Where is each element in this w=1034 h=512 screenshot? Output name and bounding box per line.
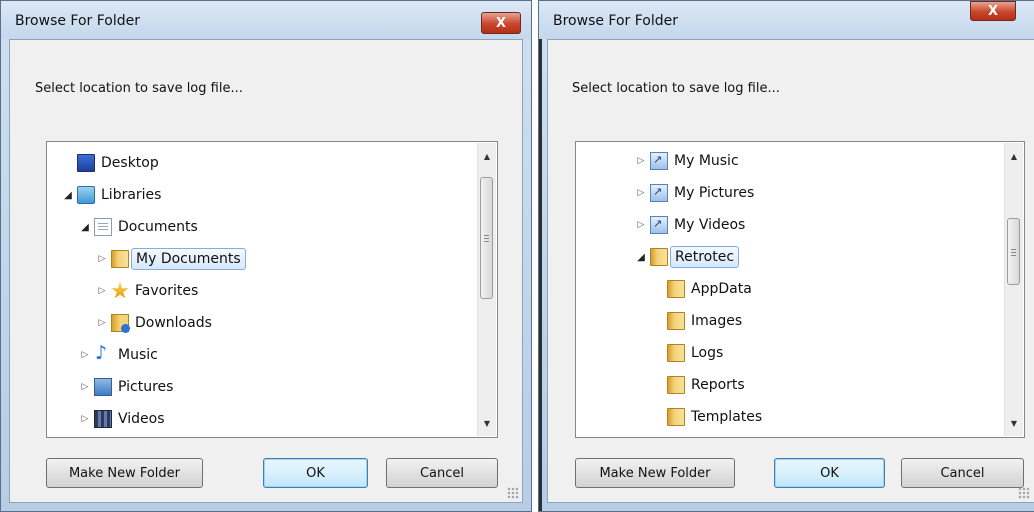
tree-item[interactable]: ▷Reports [651, 372, 749, 398]
tree-item[interactable]: ◢ Documents [78, 214, 202, 240]
close-button[interactable]: X [970, 1, 1016, 21]
tree-item-label: Music [118, 347, 158, 363]
collapsed-triangle-icon[interactable]: ▷ [78, 348, 92, 362]
shortcut-icon [650, 184, 668, 202]
shortcut-icon [650, 216, 668, 234]
videos-icon [94, 410, 112, 428]
folder-icon [667, 344, 685, 362]
window-title: Browse For Folder [15, 13, 141, 29]
close-icon: X [495, 15, 507, 31]
tree-item[interactable]: ▷Images [651, 308, 746, 334]
tree-item[interactable]: ▷AppData [651, 276, 756, 302]
tree-item-label: Favorites [135, 283, 199, 299]
library-icon [77, 186, 95, 204]
collapsed-triangle-icon[interactable]: ▷ [78, 380, 92, 394]
tree-item-label: Reports [691, 377, 745, 393]
folder-tree[interactable]: ▷Desktop◢Libraries◢Documents▷My Document… [46, 141, 498, 438]
tree-item-label: Videos [118, 411, 165, 427]
shortcut-icon [650, 152, 668, 170]
collapsed-triangle-icon[interactable]: ▷ [78, 412, 92, 426]
tree-item[interactable]: ▷ Pictures [78, 374, 177, 400]
browse-folder-dialog-2: Browse For Folder X Select location to s… [538, 0, 1034, 512]
collapsed-triangle-icon[interactable]: ▷ [95, 284, 109, 298]
tree-item[interactable]: ▷ Downloads [95, 310, 216, 336]
prompt-text: Select location to save log file... [572, 81, 780, 96]
window-title: Browse For Folder [553, 13, 679, 29]
star-folder-icon [111, 282, 129, 299]
collapsed-triangle-icon[interactable]: ▷ [95, 316, 109, 330]
browse-folder-dialog-1: Browse For Folder X Select location to s… [0, 0, 532, 512]
tree-item[interactable]: ▷ Favorites [95, 278, 202, 304]
tree-item-label: Downloads [135, 315, 212, 331]
ok-button[interactable]: OK [774, 458, 885, 488]
scroll-up-arrow-icon[interactable]: ▲ [478, 147, 496, 165]
resize-grip-icon[interactable] [507, 487, 519, 499]
tree-item[interactable]: ▷ My Videos [634, 212, 749, 238]
tree-item[interactable]: ▷Desktop [61, 150, 163, 176]
tree-item[interactable]: ◢ Libraries [61, 182, 165, 208]
scroll-down-arrow-icon[interactable]: ▼ [478, 414, 496, 432]
expanded-triangle-icon[interactable]: ◢ [634, 250, 648, 264]
tree-item-label: My Music [674, 153, 739, 169]
tree-item-label: Retrotec [670, 246, 740, 268]
collapsed-triangle-icon[interactable]: ▷ [634, 186, 648, 200]
prompt-text: Select location to save log file... [35, 81, 243, 96]
window-edge [539, 1, 542, 511]
tree-item-label: Documents [118, 219, 198, 235]
folder-icon [111, 250, 129, 268]
tree-item[interactable]: ▷ My Documents [95, 246, 246, 272]
vertical-scrollbar[interactable]: ▲ ▼ [477, 143, 496, 436]
folder-icon [667, 408, 685, 426]
tree-item[interactable]: ▷ My Pictures [634, 180, 758, 206]
expanded-triangle-icon[interactable]: ◢ [78, 220, 92, 234]
scroll-thumb[interactable] [1007, 218, 1020, 285]
scroll-up-arrow-icon[interactable]: ▲ [1005, 147, 1023, 165]
tree-item[interactable]: ▷ Music [78, 342, 162, 368]
make-new-folder-button[interactable]: Make New Folder [46, 458, 203, 488]
tree-item[interactable]: ▷ Videos [78, 406, 169, 432]
folder-tree[interactable]: ▷ My Music ▷ My Pictures ▷ My Videos ◢ Retrotec… [575, 141, 1025, 438]
scroll-thumb[interactable] [480, 177, 493, 299]
folder-icon [667, 312, 685, 330]
document-icon [94, 218, 112, 236]
make-new-folder-button[interactable]: Make New Folder [575, 458, 735, 488]
cancel-button[interactable]: Cancel [386, 458, 498, 488]
tree-item[interactable]: ◢ Retrotec [634, 244, 740, 270]
folder-icon [667, 280, 685, 298]
collapsed-triangle-icon[interactable]: ▷ [634, 218, 648, 232]
tree-item-label: My Videos [674, 217, 746, 233]
folder-icon [667, 376, 685, 394]
tree-item[interactable]: ▷Logs [651, 340, 727, 366]
title-bar[interactable]: Browse For Folder X [1, 1, 531, 39]
tree-item[interactable]: ▷Templates [651, 404, 766, 430]
expanded-triangle-icon[interactable]: ◢ [61, 188, 75, 202]
desktop-icon [77, 154, 95, 172]
collapsed-triangle-icon[interactable]: ▷ [95, 252, 109, 266]
tree-item-label: My Documents [131, 248, 246, 270]
title-bar[interactable]: Browse For Folder X [539, 1, 1034, 39]
close-button[interactable]: X [481, 12, 521, 34]
tree-item-label: Logs [691, 345, 724, 361]
tree-item-label: Images [691, 313, 743, 329]
tree-item-label: Templates [691, 409, 763, 425]
vertical-scrollbar[interactable]: ▲ ▼ [1004, 143, 1023, 436]
close-icon: X [987, 3, 999, 19]
collapsed-triangle-icon[interactable]: ▷ [634, 154, 648, 168]
tree-item-label: Desktop [101, 155, 159, 171]
resize-grip-icon[interactable] [1018, 487, 1030, 499]
ok-button[interactable]: OK [263, 458, 368, 488]
cancel-button[interactable]: Cancel [901, 458, 1024, 488]
scroll-down-arrow-icon[interactable]: ▼ [1005, 414, 1023, 432]
pictures-icon [94, 378, 112, 396]
tree-item-label: AppData [691, 281, 752, 297]
tree-item-label: Pictures [118, 379, 174, 395]
music-icon [94, 342, 112, 364]
tree-item-label: Libraries [101, 187, 162, 203]
tree-item-label: My Pictures [674, 185, 755, 201]
download-folder-icon [111, 314, 130, 333]
folder-icon [650, 248, 668, 266]
tree-item[interactable]: ▷ My Music [634, 148, 743, 174]
